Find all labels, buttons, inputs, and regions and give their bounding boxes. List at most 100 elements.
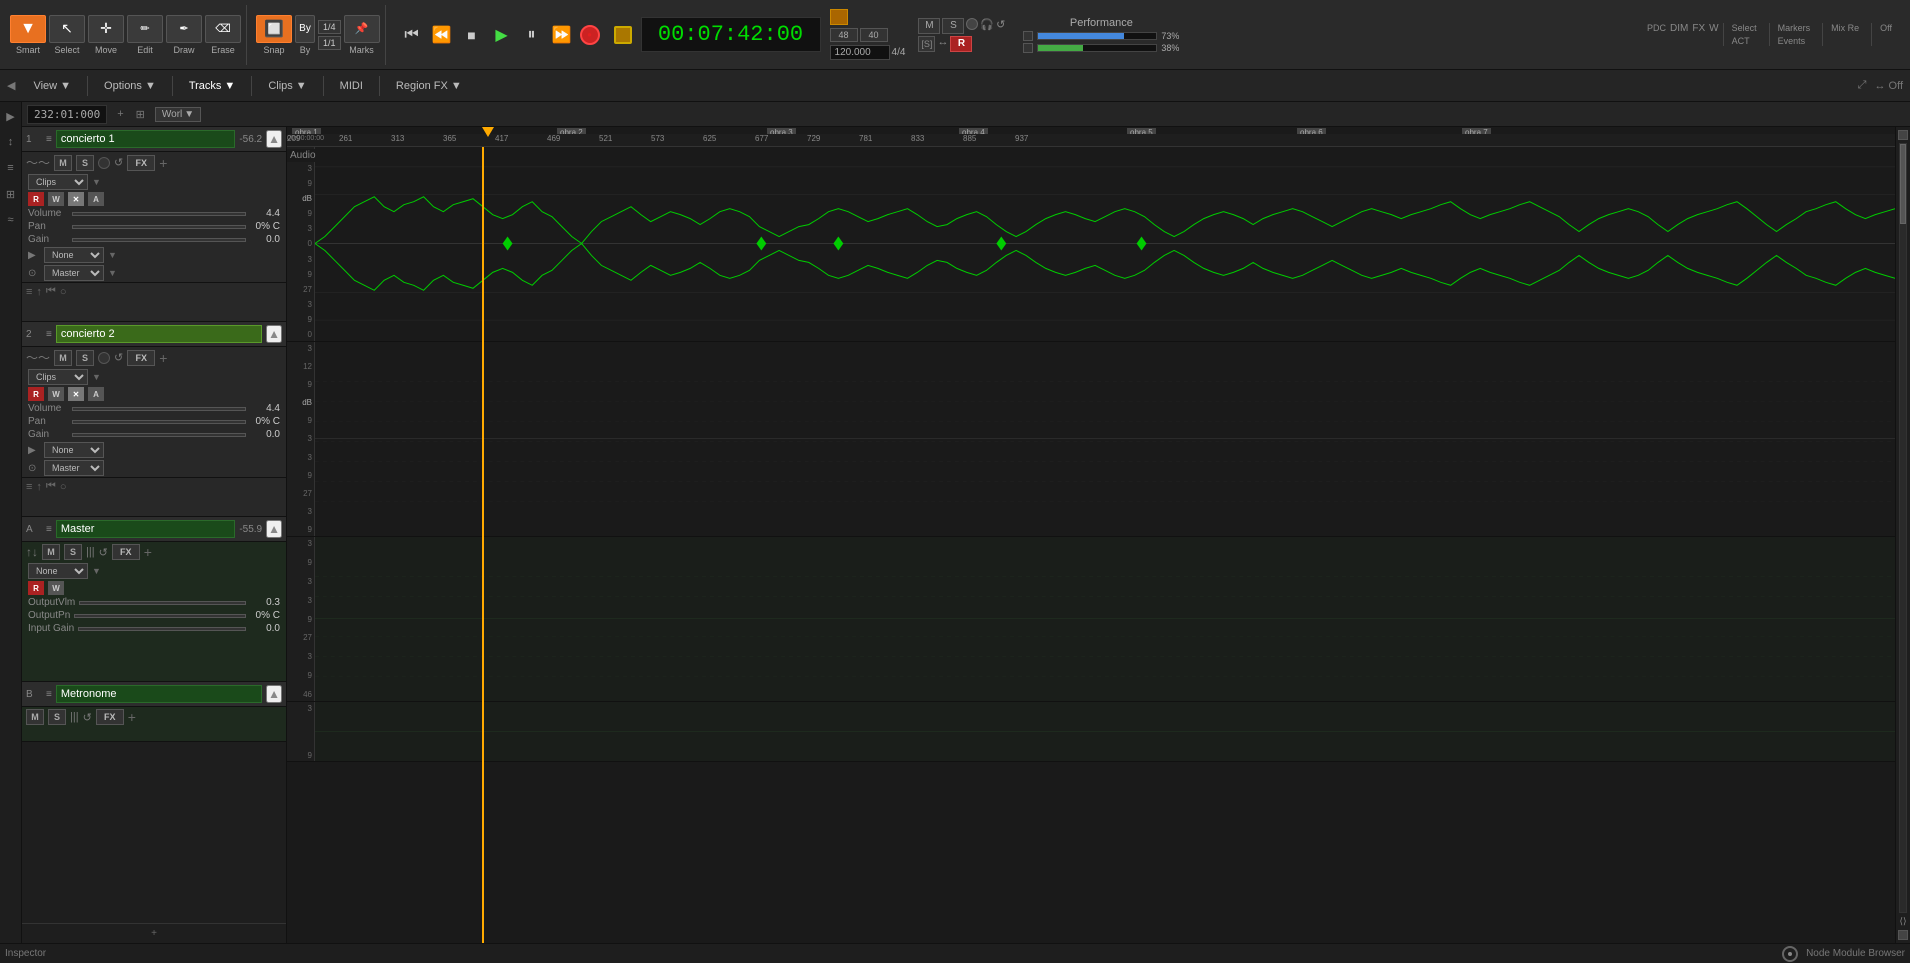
left-icon-5[interactable]: ≈	[2, 211, 20, 229]
view-menu[interactable]: View▼	[25, 77, 79, 95]
track-1-circle-icon[interactable]: ○	[60, 286, 67, 298]
perf-checkbox-2[interactable]	[1023, 43, 1033, 53]
track-2-pan-slider[interactable]	[72, 420, 246, 424]
master-add-btn[interactable]: +	[144, 544, 152, 560]
track-1-name-input[interactable]	[56, 130, 235, 148]
track-2-expand[interactable]: ≡	[46, 329, 52, 340]
track-2-mute-btn[interactable]: M	[54, 350, 72, 366]
erase-tool[interactable]: ⌫ Erase	[205, 15, 241, 55]
draw-tool[interactable]: ✒ Draw	[166, 15, 202, 55]
tracks-menu[interactable]: Tracks▼	[181, 77, 243, 95]
metronome-collapse-btn[interactable]: ▲	[266, 685, 282, 703]
track-2-up-icon[interactable]: ↑	[36, 481, 42, 493]
mix-re-btn[interactable]: Mix Re	[1831, 23, 1859, 33]
track-1-volume-slider[interactable]	[72, 212, 246, 216]
master-input-dropdown[interactable]: None	[28, 563, 88, 579]
refresh-icon[interactable]: ↺	[996, 18, 1005, 34]
record-btn[interactable]: ●	[580, 25, 600, 45]
expand-btn[interactable]: ⤢	[1856, 79, 1869, 92]
metronome-add-btn[interactable]: +	[128, 709, 136, 725]
master-track-name-input[interactable]	[56, 520, 235, 538]
track-2-r-btn[interactable]: R	[28, 387, 44, 401]
clips-menu[interactable]: Clips▼	[260, 77, 314, 95]
add-track-icon[interactable]: +	[151, 928, 157, 939]
metronome-name-input[interactable]	[56, 685, 262, 703]
edit-tool[interactable]: ✏ Edit	[127, 15, 163, 55]
off-label-btn[interactable]: ↔ Off	[1872, 79, 1905, 92]
track-2-w-btn[interactable]: W	[48, 387, 64, 401]
track-2-name-input[interactable]	[56, 325, 262, 343]
right-scrollbar-panel[interactable]: ⟨⟩	[1895, 127, 1910, 943]
master-solo-btn[interactable]: S	[64, 544, 82, 560]
master-fx-btn[interactable]: FX	[112, 544, 140, 560]
metronome-fx-btn[interactable]: FX	[96, 709, 124, 725]
right-scroll-down[interactable]	[1898, 930, 1908, 940]
track-1-x-btn[interactable]: ✕	[68, 192, 84, 206]
track-1-output-dropdown[interactable]: Master	[44, 265, 104, 281]
stop-btn[interactable]: ■	[460, 23, 484, 47]
fx-btn-toolbar[interactable]: FX	[1692, 23, 1705, 46]
track-1-gain-slider[interactable]	[72, 238, 246, 242]
track-2-collapse-btn[interactable]: ▲	[266, 325, 282, 343]
metronome-mute-btn[interactable]: M	[26, 709, 44, 725]
track-2-input-dropdown[interactable]: None	[44, 442, 104, 458]
s-small-btn[interactable]: [S]	[918, 36, 935, 52]
rewind-fast-btn[interactable]: ⏮	[400, 23, 424, 47]
track-1-mute-btn[interactable]: M	[54, 155, 72, 171]
right-scroll-up[interactable]	[1898, 130, 1908, 140]
forward-btn[interactable]: ⏩	[550, 23, 574, 47]
options-menu[interactable]: Options▼	[96, 77, 164, 95]
track-2-gain-slider[interactable]	[72, 433, 246, 437]
track-2-output-dropdown[interactable]: Master	[44, 460, 104, 476]
pause-btn[interactable]: ⏸	[520, 23, 544, 47]
track-2-solo-btn[interactable]: S	[76, 350, 94, 366]
master-track-collapse-btn[interactable]: ▲	[266, 520, 282, 538]
arrow-icon[interactable]: ↔	[937, 36, 948, 52]
metronome-expand[interactable]: ≡	[46, 689, 52, 700]
right-scroll-thumb[interactable]	[1900, 144, 1906, 224]
snap-value-2[interactable]: 1/1	[318, 36, 341, 50]
headphone-icon[interactable]: 🎧	[980, 18, 994, 34]
snap-value-1[interactable]: 1/4	[318, 20, 341, 34]
perf-checkbox-1[interactable]	[1023, 31, 1033, 41]
tempo-display[interactable]: 120.000	[830, 45, 890, 60]
track-2-eq-icon[interactable]: ≡	[26, 481, 32, 493]
w-btn-toolbar[interactable]: W	[1709, 23, 1718, 46]
master-track-expand[interactable]: ≡	[46, 524, 52, 535]
master-r-btn[interactable]: R	[28, 581, 44, 595]
track-1-expand[interactable]: ≡	[46, 134, 52, 145]
off-btn[interactable]: Off	[1880, 23, 1892, 33]
s-btn[interactable]: S	[942, 18, 964, 34]
track-1-solo-btn[interactable]: S	[76, 155, 94, 171]
left-icon-3[interactable]: ≡	[2, 159, 20, 177]
world-dropdown[interactable]: Worl▼	[155, 107, 201, 122]
m-btn[interactable]: M	[918, 18, 940, 34]
track-1-collapse-btn[interactable]: ▲	[266, 130, 282, 148]
midi-menu[interactable]: MIDI	[332, 77, 371, 95]
right-scroll-track[interactable]	[1899, 143, 1907, 913]
track-1-r-btn[interactable]: R	[28, 192, 44, 206]
right-scroll-icon[interactable]: ⟨⟩	[1899, 916, 1906, 927]
marks-tool[interactable]: 📌 Marks	[344, 15, 380, 55]
markers-btn[interactable]: Markers	[1778, 23, 1811, 33]
track-2-volume-slider[interactable]	[72, 407, 246, 411]
track-2-clips-dropdown[interactable]: Clips	[28, 369, 88, 385]
track-1-input-dropdown[interactable]: None	[44, 247, 104, 263]
track-1-fx-btn[interactable]: FX	[127, 155, 155, 171]
act-btn[interactable]: ACT	[1732, 36, 1757, 46]
master-w-btn[interactable]: W	[48, 581, 64, 595]
track-1-up-icon[interactable]: ↑	[36, 286, 42, 298]
by-tool[interactable]: By By	[295, 15, 315, 55]
rewind-btn[interactable]: ⏪	[430, 23, 454, 47]
track-1-add-btn[interactable]: +	[159, 155, 167, 171]
move-tool[interactable]: ✛ Move	[88, 15, 124, 55]
track-1-a-btn[interactable]: A	[88, 192, 104, 206]
snap-tool[interactable]: 🔲 Snap	[256, 15, 292, 55]
master-output-vol-slider[interactable]	[79, 601, 246, 605]
add-track-btn[interactable]: +	[115, 108, 125, 120]
events-btn[interactable]: Events	[1778, 36, 1811, 46]
clone-btn[interactable]: ⊞	[134, 108, 147, 121]
left-icon-1[interactable]: ▶	[2, 107, 20, 125]
track-2-circle-icon[interactable]: ○	[60, 481, 67, 493]
master-input-gain-slider[interactable]	[78, 627, 246, 631]
